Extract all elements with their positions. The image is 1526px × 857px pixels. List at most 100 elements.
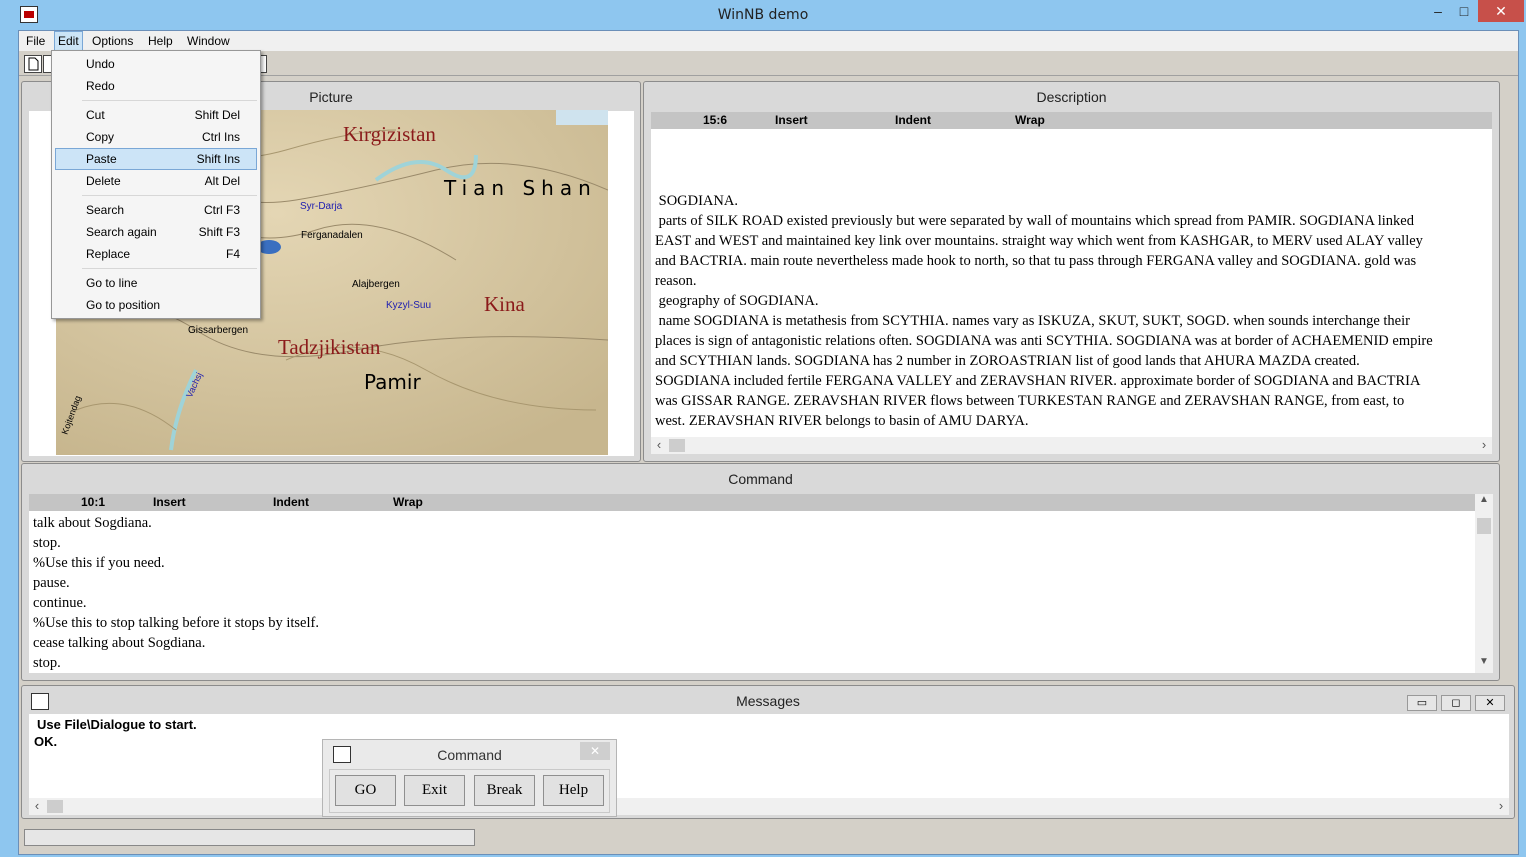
menu-item-label: Replace bbox=[86, 247, 131, 261]
close-button[interactable]: ✕ bbox=[1478, 0, 1524, 22]
menu-item-shortcut: Alt Del bbox=[204, 174, 240, 188]
description-indent-mode: Indent bbox=[895, 113, 931, 127]
messages-title: Messages bbox=[736, 693, 800, 709]
message-line: OK. bbox=[34, 734, 58, 749]
menu-item-shortcut: F4 bbox=[225, 247, 240, 261]
menu-item-go-to-line[interactable]: Go to line bbox=[55, 272, 257, 294]
menu-edit[interactable]: Edit bbox=[54, 31, 83, 51]
description-line: places is sign of antagonistic relations… bbox=[655, 333, 1433, 349]
menu-separator bbox=[82, 195, 257, 196]
menu-item-label: Search bbox=[86, 203, 125, 217]
window-title: WinNB demo bbox=[717, 7, 809, 23]
description-line: and SCYTHIAN lands. SOGDIANA has 2 numbe… bbox=[655, 353, 1360, 369]
scroll-right-icon[interactable]: › bbox=[1493, 798, 1509, 815]
command-line: stop. bbox=[33, 655, 61, 671]
messages-minimize-icon[interactable]: ▭ bbox=[1407, 695, 1437, 711]
scroll-thumb[interactable] bbox=[669, 439, 685, 452]
command-indent-mode: Indent bbox=[273, 495, 309, 509]
scroll-left-icon[interactable]: ‹ bbox=[29, 798, 45, 815]
map-label-tian-shan: Tian Shan bbox=[444, 176, 597, 200]
command-wrap-mode: Wrap bbox=[393, 495, 423, 509]
progress-field bbox=[24, 829, 475, 846]
menu-item-replace[interactable]: Replace F4 bbox=[55, 243, 257, 265]
new-document-icon[interactable] bbox=[24, 55, 42, 73]
menu-separator bbox=[82, 268, 257, 269]
map-label-kirgizistan: Kirgizistan bbox=[343, 122, 436, 146]
scroll-thumb[interactable] bbox=[1477, 518, 1491, 534]
command-status-bar: 10:1 Insert Indent Wrap bbox=[29, 494, 1475, 511]
scroll-up-icon[interactable]: ▲ bbox=[1475, 494, 1493, 511]
menu-item-shortcut: Shift Del bbox=[194, 108, 240, 122]
exit-button[interactable]: Exit bbox=[404, 775, 465, 806]
menu-item-copy[interactable]: Copy Ctrl Ins bbox=[55, 126, 257, 148]
description-line: SOGDIANA included fertile FERGANA VALLEY… bbox=[655, 373, 1421, 389]
menu-item-delete[interactable]: Delete Alt Del bbox=[55, 170, 257, 192]
description-status-bar: 15:6 Insert Indent Wrap bbox=[651, 112, 1492, 129]
command-insert-mode: Insert bbox=[153, 495, 186, 509]
menu-item-undo[interactable]: Undo bbox=[55, 53, 257, 75]
messages-maximize-icon[interactable]: ◻ bbox=[1441, 695, 1471, 711]
menu-item-search[interactable]: Search Ctrl F3 bbox=[55, 199, 257, 221]
command-cursor-position: 10:1 bbox=[81, 495, 106, 509]
command-line: %Use this if you need. bbox=[33, 555, 165, 571]
menu-item-shortcut: Shift Ins bbox=[196, 152, 240, 166]
description-hscrollbar[interactable]: ‹ › bbox=[651, 437, 1492, 454]
menu-item-label: Search again bbox=[86, 225, 157, 239]
command-text[interactable]: talk about Sogdiana. stop. %Use this if … bbox=[29, 511, 1475, 673]
menu-item-cut[interactable]: Cut Shift Del bbox=[55, 104, 257, 126]
menu-item-paste[interactable]: Paste Shift Ins bbox=[55, 148, 257, 170]
messages-close-icon[interactable]: ✕ bbox=[1475, 695, 1505, 711]
menu-item-shortcut: Shift F3 bbox=[198, 225, 240, 239]
description-wrap-mode: Wrap bbox=[1015, 113, 1045, 127]
map-label-ferganadalen: Ferganadalen bbox=[301, 230, 363, 241]
minimize-button[interactable]: – bbox=[1426, 0, 1450, 22]
description-panel: Description 15:6 Insert Indent Wrap SOGD… bbox=[643, 81, 1500, 462]
menu-options[interactable]: Options bbox=[89, 31, 136, 51]
messages-panel: Messages ▭ ◻ ✕ Use File\Dialogue to star… bbox=[21, 685, 1515, 819]
menu-item-label: Paste bbox=[86, 152, 117, 166]
scroll-thumb[interactable] bbox=[47, 800, 63, 813]
command-panel: Command 10:1 Insert Indent Wrap talk abo… bbox=[21, 463, 1500, 681]
scroll-left-icon[interactable]: ‹ bbox=[651, 437, 667, 454]
command-line: cease talking about Sogdiana. bbox=[33, 635, 206, 651]
dialog-title: Command bbox=[437, 747, 502, 763]
menu-item-label: Cut bbox=[86, 108, 105, 122]
menu-window[interactable]: Window bbox=[184, 31, 233, 51]
menu-item-redo[interactable]: Redo bbox=[55, 75, 257, 97]
menu-item-label: Undo bbox=[86, 57, 115, 71]
description-insert-mode: Insert bbox=[775, 113, 808, 127]
dialog-close-icon[interactable]: ✕ bbox=[580, 742, 610, 760]
command-line: stop. bbox=[33, 535, 61, 551]
scroll-right-icon[interactable]: › bbox=[1476, 437, 1492, 454]
menu-item-search-again[interactable]: Search again Shift F3 bbox=[55, 221, 257, 243]
help-button[interactable]: Help bbox=[543, 775, 604, 806]
command-line: pause. bbox=[33, 575, 70, 591]
menu-help[interactable]: Help bbox=[145, 31, 176, 51]
command-line: %Use this to stop talking before it stop… bbox=[33, 615, 319, 631]
menu-item-label: Copy bbox=[86, 130, 115, 144]
command-line: talk about Sogdiana. bbox=[33, 515, 152, 531]
menu-item-go-to-position[interactable]: Go to position bbox=[55, 294, 257, 316]
menu-file[interactable]: File bbox=[23, 31, 48, 51]
go-button[interactable]: GO bbox=[335, 775, 396, 806]
command-vscrollbar[interactable]: ▲ ▼ bbox=[1475, 494, 1493, 673]
map-label-kyzyl-suu: Kyzyl-Suu bbox=[386, 300, 432, 311]
map-label-pamir: Pamir bbox=[364, 370, 421, 394]
messages-text: Use File\Dialogue to start. OK. bbox=[29, 714, 1509, 798]
map-label-gissarbergen: Gissarbergen bbox=[188, 325, 249, 336]
description-text[interactable]: SOGDIANA. parts of SILK ROAD existed pre… bbox=[651, 129, 1492, 437]
description-line: geography of SOGDIANA. bbox=[655, 293, 819, 309]
messages-hscrollbar[interactable]: ‹ › bbox=[29, 798, 1509, 815]
menu-item-label: Redo bbox=[86, 79, 115, 93]
description-line: EAST and WEST and maintained key link ov… bbox=[655, 233, 1423, 249]
description-line: name SOGDIANA is metathesis from SCYTHIA… bbox=[655, 313, 1410, 329]
menu-item-label: Go to line bbox=[86, 276, 138, 290]
map-label-tadzjikistan: Tadzjikistan bbox=[278, 335, 381, 359]
map-label-syr-darja: Syr-Darja bbox=[300, 201, 343, 212]
maximize-button[interactable]: □ bbox=[1452, 0, 1476, 22]
scroll-down-icon[interactable]: ▼ bbox=[1475, 656, 1493, 673]
command-dialog: Command ✕ GO Exit Break Help bbox=[322, 739, 617, 817]
edit-menu: Undo Redo Cut Shift Del Copy Ctrl Ins Past… bbox=[51, 50, 261, 319]
break-button[interactable]: Break bbox=[474, 775, 535, 806]
map-label-kina: Kina bbox=[484, 292, 525, 316]
